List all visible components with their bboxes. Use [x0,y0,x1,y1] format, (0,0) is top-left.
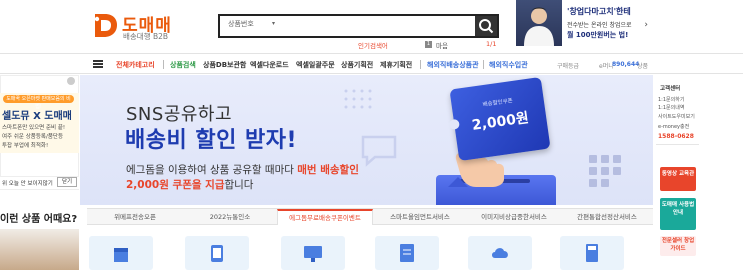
nav-divider-bottom [0,73,743,74]
banner-description-1: 에그돔을 이용하여 상품 공유할 때마다 매번 배송할인 [126,164,359,176]
service-card[interactable] [560,236,624,270]
video-education-button[interactable]: 동영상 교육관 [660,167,696,191]
logo-mark-icon [94,14,117,37]
document-icon [400,244,414,262]
popular-keyword-item[interactable]: 마음 [436,40,448,50]
monitor-icon [304,246,322,262]
usage-guide-button[interactable]: 도매매 사용법안내 [660,198,696,230]
keyword-rank-badge: 1 [425,41,432,48]
popular-keywords-label: 인기검색어 [358,42,388,50]
tab-settlement-service[interactable]: 간편통합선정산서비스 [561,209,653,225]
nav-divider-top [0,53,743,54]
nav-item-overseas-import[interactable]: 해외직수입관 [489,60,528,70]
tablet-icon [211,245,223,262]
customer-link[interactable]: 사이트도우미보기 [658,113,695,120]
seller-guide-button[interactable]: 전문셀러 창업가이드 [660,236,696,256]
emoney-value[interactable]: 890,644 [612,61,639,68]
search-type-select[interactable]: 상품번호 [228,19,254,33]
tab-image-service[interactable]: 이미지비상급중한서비스 [467,209,561,225]
box-icon [114,248,128,262]
nav-item-product-exhibition[interactable]: 상품기획전 [341,60,373,70]
search-bar: 상품번호 ▾ [218,14,499,38]
customer-phone: 1588-0628 [658,133,694,140]
nav-item-excel-download[interactable]: 엑셀다운로드 [250,60,289,70]
service-card[interactable] [185,236,249,270]
search-icon [479,19,494,34]
nav-item-overseas-shipping[interactable]: 해외직배송상품관 [427,60,479,70]
nav-separator [483,60,484,69]
tab-wemakeprice[interactable]: 위메프전송오픈 [87,209,183,225]
scroll-indicator-icon [67,77,75,85]
recommend-title: 이런 상품 어때요? [0,214,78,225]
service-card[interactable] [468,236,532,270]
top-ad-banner[interactable]: '창업다마고치'한테 전수받는 온라인 창업으로 월 100만원버는 법! › [516,0,650,46]
customer-link[interactable]: 1:1문의하기 [658,96,684,103]
chat-bubble-icon [361,135,397,167]
logo-subtitle: 배송대행 B2B [123,32,169,41]
tab-free-shipping-event[interactable]: 에그돔무료배송쿠폰이벤트 [277,209,373,225]
member-grade-label[interactable]: 구매등급 [557,61,579,70]
menu-icon[interactable] [93,60,103,68]
promo-title: 셀도뮤 X 도매매 [2,111,72,122]
service-card[interactable] [89,236,153,270]
event-tab-bar: 위메프전송오픈 2022뉴통인소 에그돔무료배송쿠폰이벤트 스마트올임먼트서비스… [87,208,653,225]
banner-title: 배송비 할인 받자! [125,128,298,153]
nav-separator [420,60,421,69]
promo-badge: 도매꾹 오픈마켓 판매모음의 비법! [3,95,74,110]
chevron-right-icon[interactable]: › [644,20,648,30]
main-banner[interactable]: SNS공유하고 배송비 할인 받자! 에그돔을 이용하여 상품 공유할 때마다 … [80,75,653,205]
ad-title: '창업다마고치'한테 [567,7,631,16]
logo[interactable]: 도매매 배송대행 B2B [91,9,201,41]
keyword-page-indicator: 1/1 [486,40,497,48]
close-promo-button[interactable]: 닫기 [57,177,77,187]
nav-separator [163,60,164,69]
hide-today-checkbox-label[interactable]: 위 오늘 안 보이지않기 [2,179,53,187]
ad-person-photo [516,0,562,46]
service-card[interactable] [281,236,345,270]
nav-item-db-storage[interactable]: 상품DB보관함 [203,60,246,70]
customer-link[interactable]: e-money충전 [658,123,689,130]
ad-line-2: 월 100만원버는 법! [567,31,629,39]
nav-all-categories[interactable]: 전체카테고리 [116,60,155,70]
chevron-down-icon: ▾ [272,20,276,27]
banner-description-2: 2,000원 쿠폰을 지급합니다 [126,179,254,191]
recommended-product-image[interactable] [0,229,79,270]
nav-item-product-search[interactable]: 상품검색 [170,60,196,70]
tab-smart-service[interactable]: 스마트올임먼트서비스 [373,209,467,225]
customer-center-title: 고객센터 [660,86,681,92]
promo-line: 투잡 부업에 최적화! [2,143,49,149]
search-button[interactable] [475,16,497,36]
tab-2022-newtong[interactable]: 2022뉴통인소 [183,209,277,225]
nav-item-partner-exhibition[interactable]: 제휴기획전 [380,60,412,70]
cloud-icon [492,248,508,258]
decorative-squares-icon [589,155,621,187]
right-panel-divider [656,144,699,145]
emoney-unit: 상품 [637,63,649,70]
promo-line: 여주 쉬운 상품등록/품단등 [2,134,64,140]
calculator-icon [586,244,598,262]
ad-line-1: 전수받는 온라인 창업으로 [567,22,632,29]
service-card[interactable] [375,236,439,270]
customer-link[interactable]: 1:1문의내역 [658,104,684,111]
nav-item-excel-order[interactable]: 엑셀일괄주문 [296,60,335,70]
promo-line: 스마트폰만 있으면 준비 끝! [2,125,66,131]
coupon-graphic: 배송할인쿠폰 2,000원 [448,76,551,162]
decorative-dots-icon [344,89,372,109]
